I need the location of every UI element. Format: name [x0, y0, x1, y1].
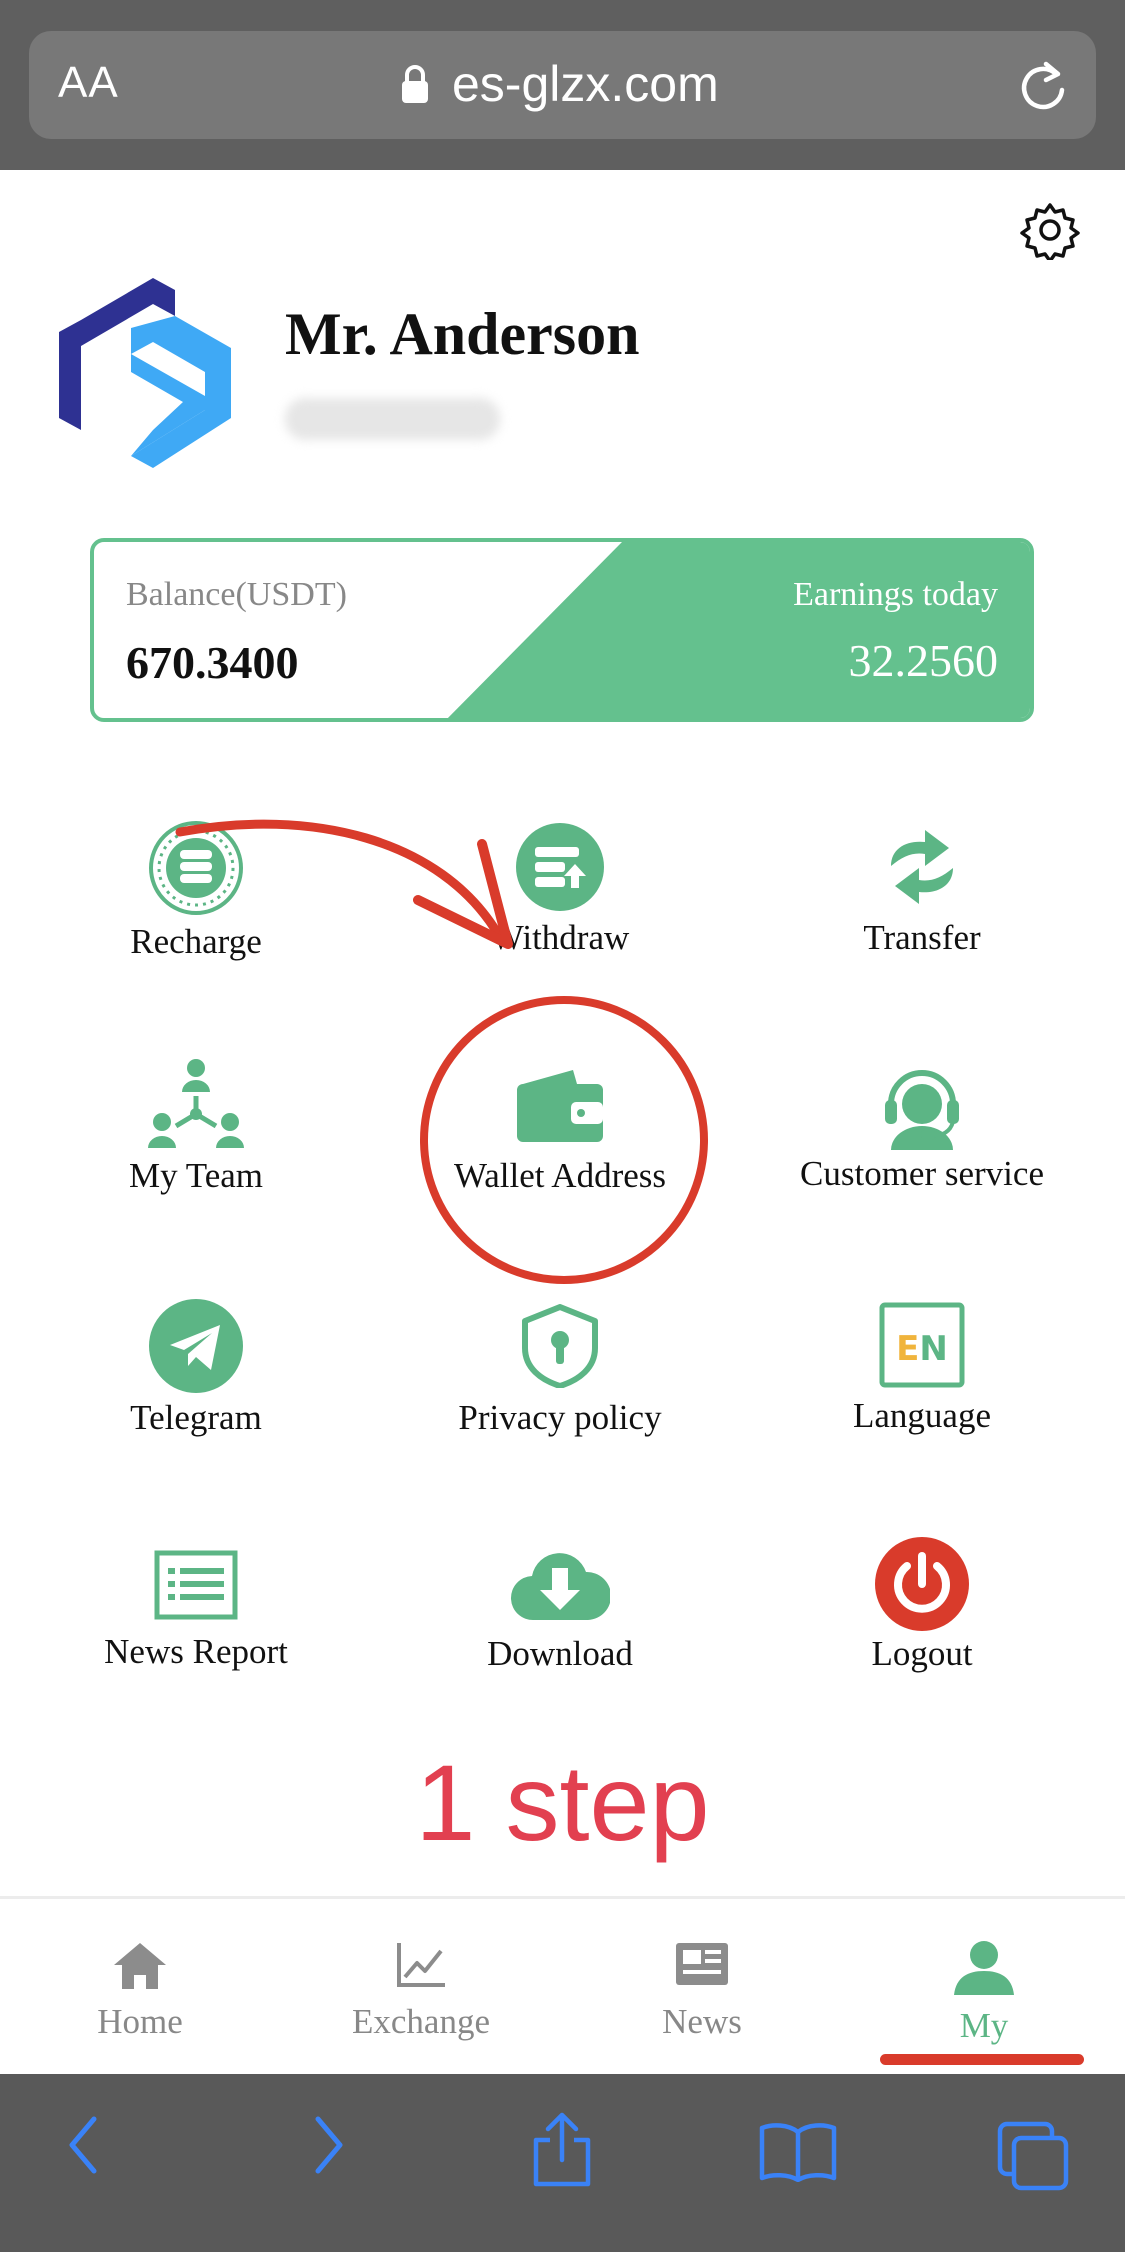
wallet-address-label: Wallet Address	[454, 1156, 666, 1195]
earnings-label: Earnings today	[793, 576, 998, 613]
share-icon[interactable]	[530, 2112, 594, 2188]
news-list-icon	[154, 1550, 238, 1620]
back-chevron-icon[interactable]	[64, 2115, 104, 2175]
download-button[interactable]: Download	[390, 1544, 730, 1674]
recharge-label: Recharge	[130, 922, 262, 961]
lock-icon	[402, 65, 428, 103]
bottom-nav: Home Exchange News My	[0, 1896, 1125, 2077]
shield-keyhole-icon	[522, 1304, 598, 1388]
nav-my-label: My	[959, 2006, 1009, 2045]
my-team-label: My Team	[129, 1156, 263, 1195]
bookmarks-icon[interactable]	[758, 2122, 838, 2182]
withdraw-button[interactable]: Withdraw	[390, 822, 730, 958]
news-report-button[interactable]: News Report	[26, 1550, 366, 1672]
language-label: Language	[853, 1396, 991, 1435]
telegram-button[interactable]: Telegram	[26, 1298, 366, 1438]
language-en-icon: EN	[879, 1302, 965, 1388]
nav-exchange-label: Exchange	[352, 2002, 490, 2041]
power-icon	[875, 1537, 969, 1631]
wallet-icon	[517, 1070, 603, 1142]
nav-exchange[interactable]: Exchange	[321, 1939, 521, 2042]
customer-service-button[interactable]: Customer service	[752, 1064, 1092, 1194]
logout-label: Logout	[871, 1634, 973, 1673]
language-button[interactable]: EN Language	[752, 1302, 1092, 1436]
logout-button[interactable]: Logout	[752, 1536, 1092, 1674]
user-id-redacted: ID	[285, 398, 500, 440]
recharge-coins-icon	[149, 821, 243, 915]
nav-home-label: Home	[97, 2002, 183, 2041]
user-name: Mr. Anderson	[285, 301, 640, 367]
team-icon	[148, 1059, 244, 1148]
wallet-address-button[interactable]: Wallet Address	[390, 1068, 730, 1196]
reload-icon[interactable]	[1018, 58, 1068, 112]
balance-value: 670.3400	[126, 637, 299, 688]
withdraw-label: Withdraw	[490, 918, 630, 957]
recharge-button[interactable]: Recharge	[26, 820, 366, 962]
url-text[interactable]: es-glzx.com	[452, 55, 719, 113]
nav-home[interactable]: Home	[40, 1939, 240, 2042]
download-label: Download	[487, 1634, 633, 1673]
my-team-button[interactable]: My Team	[26, 1058, 366, 1196]
person-icon	[954, 1941, 1014, 1995]
forward-chevron-icon[interactable]	[308, 2115, 348, 2175]
balance-card: Balance(USDT) 670.3400 Earnings today 32…	[90, 538, 1034, 722]
home-icon	[114, 1943, 166, 1989]
chart-icon	[397, 1943, 445, 1987]
telegram-label: Telegram	[130, 1398, 262, 1437]
transfer-arrows-icon	[891, 830, 953, 904]
balance-label: Balance(USDT)	[126, 576, 347, 613]
annotation-underline	[880, 2054, 1084, 2065]
annotation-step-text: 1 step	[415, 1742, 710, 1863]
transfer-label: Transfer	[863, 918, 981, 957]
telegram-icon	[149, 1299, 243, 1393]
earnings-value: 32.2560	[848, 635, 999, 686]
nav-news-label: News	[662, 2002, 742, 2041]
transfer-button[interactable]: Transfer	[752, 822, 1092, 958]
text-size-button[interactable]: AA	[58, 58, 119, 108]
privacy-policy-button[interactable]: Privacy policy	[390, 1304, 730, 1438]
card-green-panel	[447, 542, 1030, 718]
svg-text:EN: EN	[896, 1329, 948, 1369]
tabs-icon[interactable]	[996, 2120, 1070, 2192]
app-logo	[59, 278, 231, 468]
nav-my[interactable]: My	[884, 1939, 1084, 2046]
nav-news[interactable]: News	[602, 1939, 802, 2042]
customer-service-label: Customer service	[800, 1154, 1044, 1193]
withdraw-icon	[516, 823, 604, 911]
settings-gear-icon[interactable]	[1020, 200, 1080, 260]
news-report-label: News Report	[104, 1632, 288, 1671]
cloud-download-icon	[511, 1553, 610, 1621]
headset-icon	[885, 1070, 959, 1150]
newspaper-icon	[676, 1943, 728, 1985]
privacy-policy-label: Privacy policy	[458, 1398, 662, 1437]
